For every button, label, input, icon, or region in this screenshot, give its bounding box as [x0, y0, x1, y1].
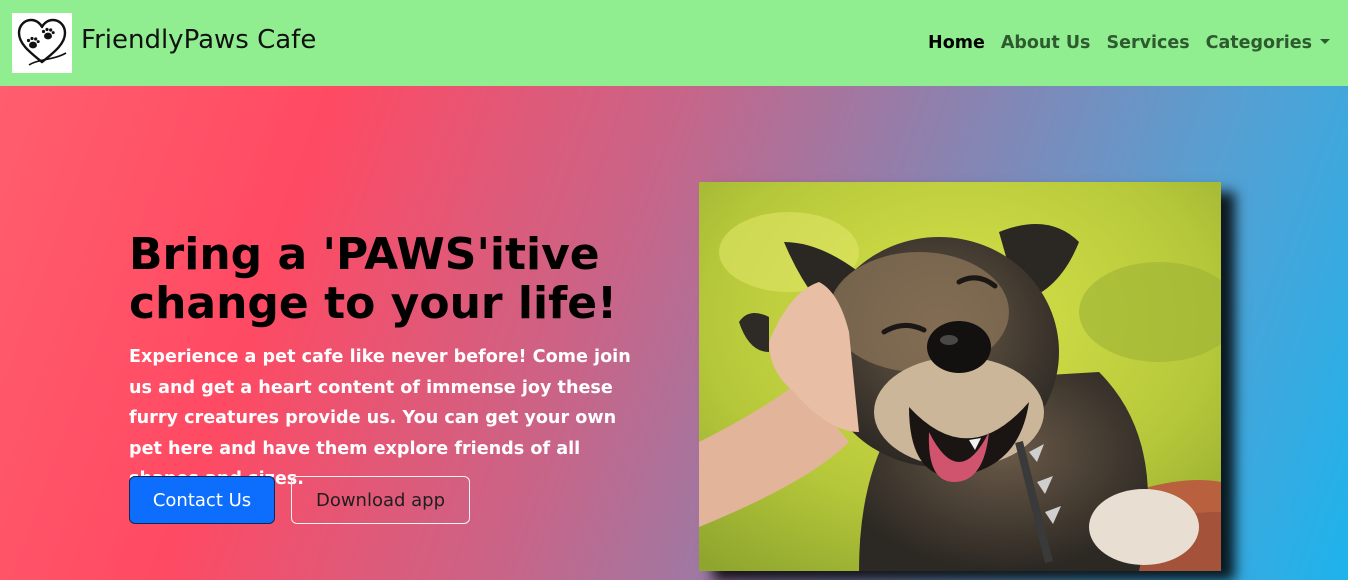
happy-dog-photo: [699, 182, 1221, 571]
dog-image: [699, 182, 1221, 571]
nav-item-services[interactable]: Services: [1106, 33, 1189, 53]
nav-item-categories[interactable]: Categories: [1206, 33, 1330, 53]
hero-buttons: Contact Us Download app: [129, 476, 470, 524]
nav-item-about-us[interactable]: About Us: [1001, 33, 1091, 53]
nav-menu: Home About Us Services Categories: [928, 33, 1330, 53]
hero-headline: Bring a 'PAWS'itive change to your life!: [129, 229, 618, 329]
nav-item-categories-label: Categories: [1205, 33, 1312, 53]
hero-lead-text: Experience a pet cafe like never before!…: [129, 347, 631, 489]
hero-section: Bring a 'PAWS'itive change to your life!…: [0, 86, 1348, 580]
heart-paw-logo-icon: [12, 13, 72, 73]
download-app-button[interactable]: Download app: [291, 476, 470, 524]
nav-item-home[interactable]: Home: [928, 33, 985, 53]
navbar: FriendlyPaws Cafe Home About Us Services…: [0, 0, 1348, 86]
caret-down-icon: [1320, 38, 1330, 44]
contact-us-button[interactable]: Contact Us: [129, 476, 275, 524]
brand-name[interactable]: FriendlyPaws Cafe: [81, 25, 316, 55]
hero-copy: Bring a 'PAWS'itive change to your life!…: [129, 230, 669, 495]
brand[interactable]: FriendlyPaws Cafe: [12, 13, 316, 73]
